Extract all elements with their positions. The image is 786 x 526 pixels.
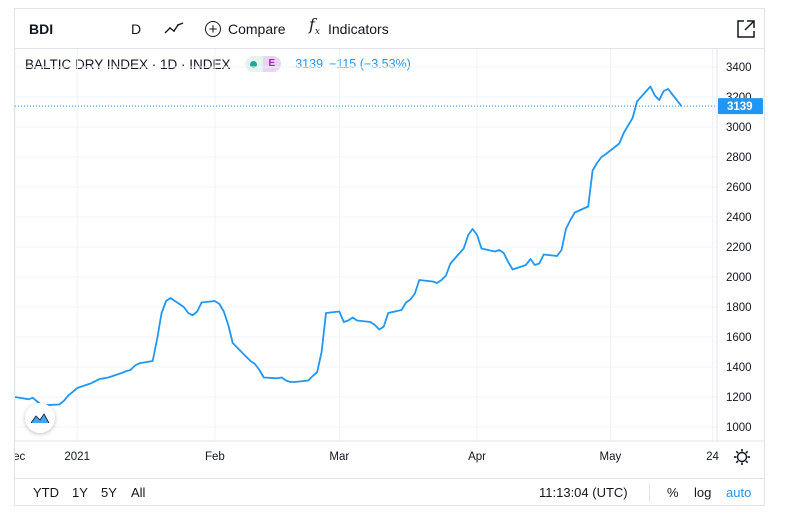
y-tick-label: 1200 [726, 392, 752, 404]
gear-icon [736, 451, 748, 463]
x-tick-label: 2021 [64, 451, 90, 463]
x-tick-label: Mar [329, 451, 349, 463]
y-tick-label: 2200 [726, 242, 752, 254]
last-price-label-text: 3139 [727, 101, 753, 113]
y-tick-label: 3000 [726, 122, 752, 134]
x-tick-label: 24 [706, 451, 719, 463]
chart-widget: BDI D + Compare fx Indicators BALTIC DRY… [14, 8, 765, 506]
range-1y-button[interactable]: 1Y [72, 479, 88, 507]
range-5y-button[interactable]: 5Y [101, 479, 117, 507]
last-price-label: 3139 [718, 98, 763, 115]
y-tick-label: 2800 [726, 152, 752, 164]
x-tick-label: Dec [15, 451, 25, 463]
y-tick-label: 3400 [726, 62, 752, 74]
y-tick-label: 2400 [726, 212, 752, 224]
bottom-toolbar: YTD 1Y 5Y All 11:13:04 (UTC) % log auto [15, 478, 764, 507]
series-line [15, 85, 683, 407]
range-ytd-button[interactable]: YTD [33, 479, 59, 507]
auto-scale-toggle[interactable]: auto [726, 479, 751, 507]
price-chart[interactable]: 1000 1200 1400 1600 1800 2000 2200 2400 2600 2800… [15, 9, 764, 478]
price-axis[interactable]: 1000 1200 1400 1600 1800 2000 2200 2400 2600 2800… [726, 62, 752, 434]
x-tick-label: May [599, 451, 621, 463]
time-axis-settings-button[interactable] [734, 449, 750, 465]
range-all-button[interactable]: All [131, 479, 145, 507]
time-axis[interactable]: Dec 2021 Feb Mar Apr May 24 [15, 451, 720, 463]
grid-lines [15, 49, 717, 441]
y-tick-label: 2600 [726, 182, 752, 194]
x-tick-label: Feb [205, 451, 225, 463]
x-tick-label: Apr [468, 451, 486, 463]
percent-scale-toggle[interactable]: % [649, 484, 679, 502]
y-tick-label: 1400 [726, 362, 752, 374]
utc-clock[interactable]: 11:13:04 (UTC) [539, 479, 628, 507]
y-tick-label: 2000 [726, 272, 752, 284]
y-tick-label: 1600 [726, 332, 752, 344]
y-tick-label: 1000 [726, 422, 752, 434]
log-scale-toggle[interactable]: log [694, 479, 711, 507]
tradingview-logo[interactable] [25, 403, 55, 433]
y-tick-label: 1800 [726, 302, 752, 314]
logo-icon [30, 413, 50, 424]
